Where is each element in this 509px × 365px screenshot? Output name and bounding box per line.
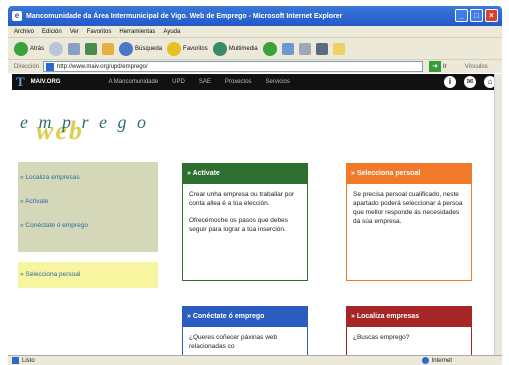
back-label: Atrás: [30, 45, 45, 52]
menu-herramientas[interactable]: Herramientas: [119, 29, 155, 35]
menu-ver[interactable]: Ver: [70, 29, 79, 35]
personal-box-title[interactable]: » Selecciona persoal: [347, 164, 471, 184]
menu-bar: Archivo Edición Ver Favoritos Herramient…: [8, 26, 502, 37]
home-icon[interactable]: [102, 42, 115, 55]
close-button[interactable]: ×: [485, 9, 498, 22]
url-field[interactable]: http://www.maiv.org/upd/emprego/: [43, 61, 424, 72]
activate-box: » Actívate Crear unha empresa ou traball…: [182, 163, 308, 281]
status-text: Listo: [22, 357, 35, 364]
nav-link-sae[interactable]: SAE: [199, 79, 211, 85]
search-button[interactable]: Búsqueda: [119, 41, 163, 56]
ie-icon: e: [12, 11, 22, 21]
status-bar: Listo Internet: [8, 355, 502, 365]
url-text: http://www.maiv.org/upd/emprego/: [57, 63, 148, 70]
window-title: Mancomunidade da Área Intermunicipal de …: [26, 12, 343, 20]
emprego-logo[interactable]: web e m p r e g o: [20, 112, 160, 152]
logo-emprego-text: e m p r e g o: [20, 112, 149, 132]
nav-link-servicios[interactable]: Servicios: [266, 79, 290, 85]
sidebar-item-activate[interactable]: » Actívate: [20, 198, 49, 205]
menu-ayuda[interactable]: Ayuda: [163, 29, 180, 35]
conectate-box-title[interactable]: » Conéctate ó emprego: [183, 307, 307, 327]
maximize-button[interactable]: □: [470, 9, 483, 22]
mail-icon[interactable]: ✉: [464, 76, 476, 88]
toolbar: Atrás Búsqueda Favoritos Multimedia: [8, 37, 502, 59]
back-button[interactable]: Atrás: [14, 41, 45, 56]
search-label: Búsqueda: [135, 45, 163, 52]
window-controls: _ □ ×: [455, 9, 498, 22]
mail-icon[interactable]: [281, 42, 294, 55]
nav-link-proxectos[interactable]: Proxectos: [225, 79, 252, 85]
favorites-label: Favoritos: [183, 45, 208, 52]
conectate-box: » Conéctate ó emprego ¿Queres coñecer pá…: [182, 306, 308, 355]
folder-icon[interactable]: [332, 42, 345, 55]
menu-favoritos[interactable]: Favoritos: [87, 29, 112, 35]
page-content: web e m p r e g o » Localiza empresas » …: [12, 90, 502, 355]
favorites-button[interactable]: Favoritos: [167, 41, 208, 56]
sidebar-item-selecciona-label: » Selecciona persoal: [20, 271, 81, 278]
personal-box: » Selecciona persoal Se precisa persoal …: [346, 163, 472, 281]
localiza-box: » Localiza empresas ¿Buscas emprego?: [346, 306, 472, 355]
page-icon: [46, 62, 55, 71]
sidebar-item-conectate[interactable]: » Conéctate ó emprego: [20, 222, 88, 229]
search-icon: [119, 41, 134, 56]
site-name[interactable]: MAIV.ORG: [31, 79, 61, 85]
history-icon[interactable]: [262, 41, 277, 56]
site-logo-icon[interactable]: T: [16, 74, 25, 90]
sidebar-item-selecciona[interactable]: » Selecciona persoal: [18, 262, 158, 288]
info-icon[interactable]: i: [444, 76, 456, 88]
nav-link-upd[interactable]: UPD: [172, 79, 185, 85]
personal-box-text[interactable]: Se precisa persoal cualificado, neste ap…: [353, 190, 465, 226]
site-nav: T MAIV.ORG A Mancomunidade UPD SAE Proxe…: [12, 74, 502, 90]
links-label[interactable]: Vínculos: [465, 64, 488, 70]
go-label[interactable]: Ir: [443, 64, 447, 70]
localiza-box-text[interactable]: ¿Buscas emprego?: [353, 333, 465, 342]
address-label: Dirección: [14, 63, 40, 70]
window-titlebar: e Mancomunidade da Área Intermunicipal d…: [8, 6, 502, 26]
conectate-box-text[interactable]: ¿Queres coñecer páxinas web relacionadas…: [189, 333, 301, 351]
zone-text: Internet: [431, 357, 452, 364]
globe-icon: [421, 357, 429, 364]
refresh-icon[interactable]: [85, 42, 98, 55]
star-icon: [167, 41, 182, 56]
multimedia-icon: [212, 41, 227, 56]
menu-archivo[interactable]: Archivo: [14, 29, 34, 35]
activate-box-text-1[interactable]: Crear unha empresa ou traballar por cont…: [189, 190, 301, 208]
multimedia-label: Multimedia: [228, 45, 258, 52]
address-bar: Dirección http://www.maiv.org/upd/empreg…: [8, 59, 502, 73]
activate-box-title[interactable]: » Actívate: [183, 164, 307, 184]
edit-icon[interactable]: [315, 42, 328, 55]
go-button[interactable]: ➜: [429, 61, 442, 72]
stop-icon[interactable]: [68, 42, 81, 55]
menu-edicion[interactable]: Edición: [42, 29, 62, 35]
multimedia-button[interactable]: Multimedia: [212, 41, 258, 56]
sidebar: » Localiza empresas » Actívate » Conécta…: [18, 162, 158, 252]
security-zone: Internet: [421, 357, 452, 364]
activate-box-text-2[interactable]: Ofrecémoche os pasos que debes seguir pa…: [189, 216, 301, 234]
nav-icons: i ✉ ⌂: [444, 76, 496, 88]
vertical-scrollbar[interactable]: [494, 74, 502, 355]
localiza-box-title[interactable]: » Localiza empresas: [347, 307, 471, 327]
back-arrow-icon: [14, 41, 28, 56]
sidebar-item-localiza[interactable]: » Localiza empresas: [20, 174, 80, 181]
forward-arrow-icon[interactable]: [49, 41, 64, 56]
print-icon[interactable]: [298, 42, 311, 55]
minimize-button[interactable]: _: [455, 9, 468, 22]
nav-link-mancomunidade[interactable]: A Mancomunidade: [108, 79, 158, 85]
page-status-icon: [12, 357, 19, 364]
